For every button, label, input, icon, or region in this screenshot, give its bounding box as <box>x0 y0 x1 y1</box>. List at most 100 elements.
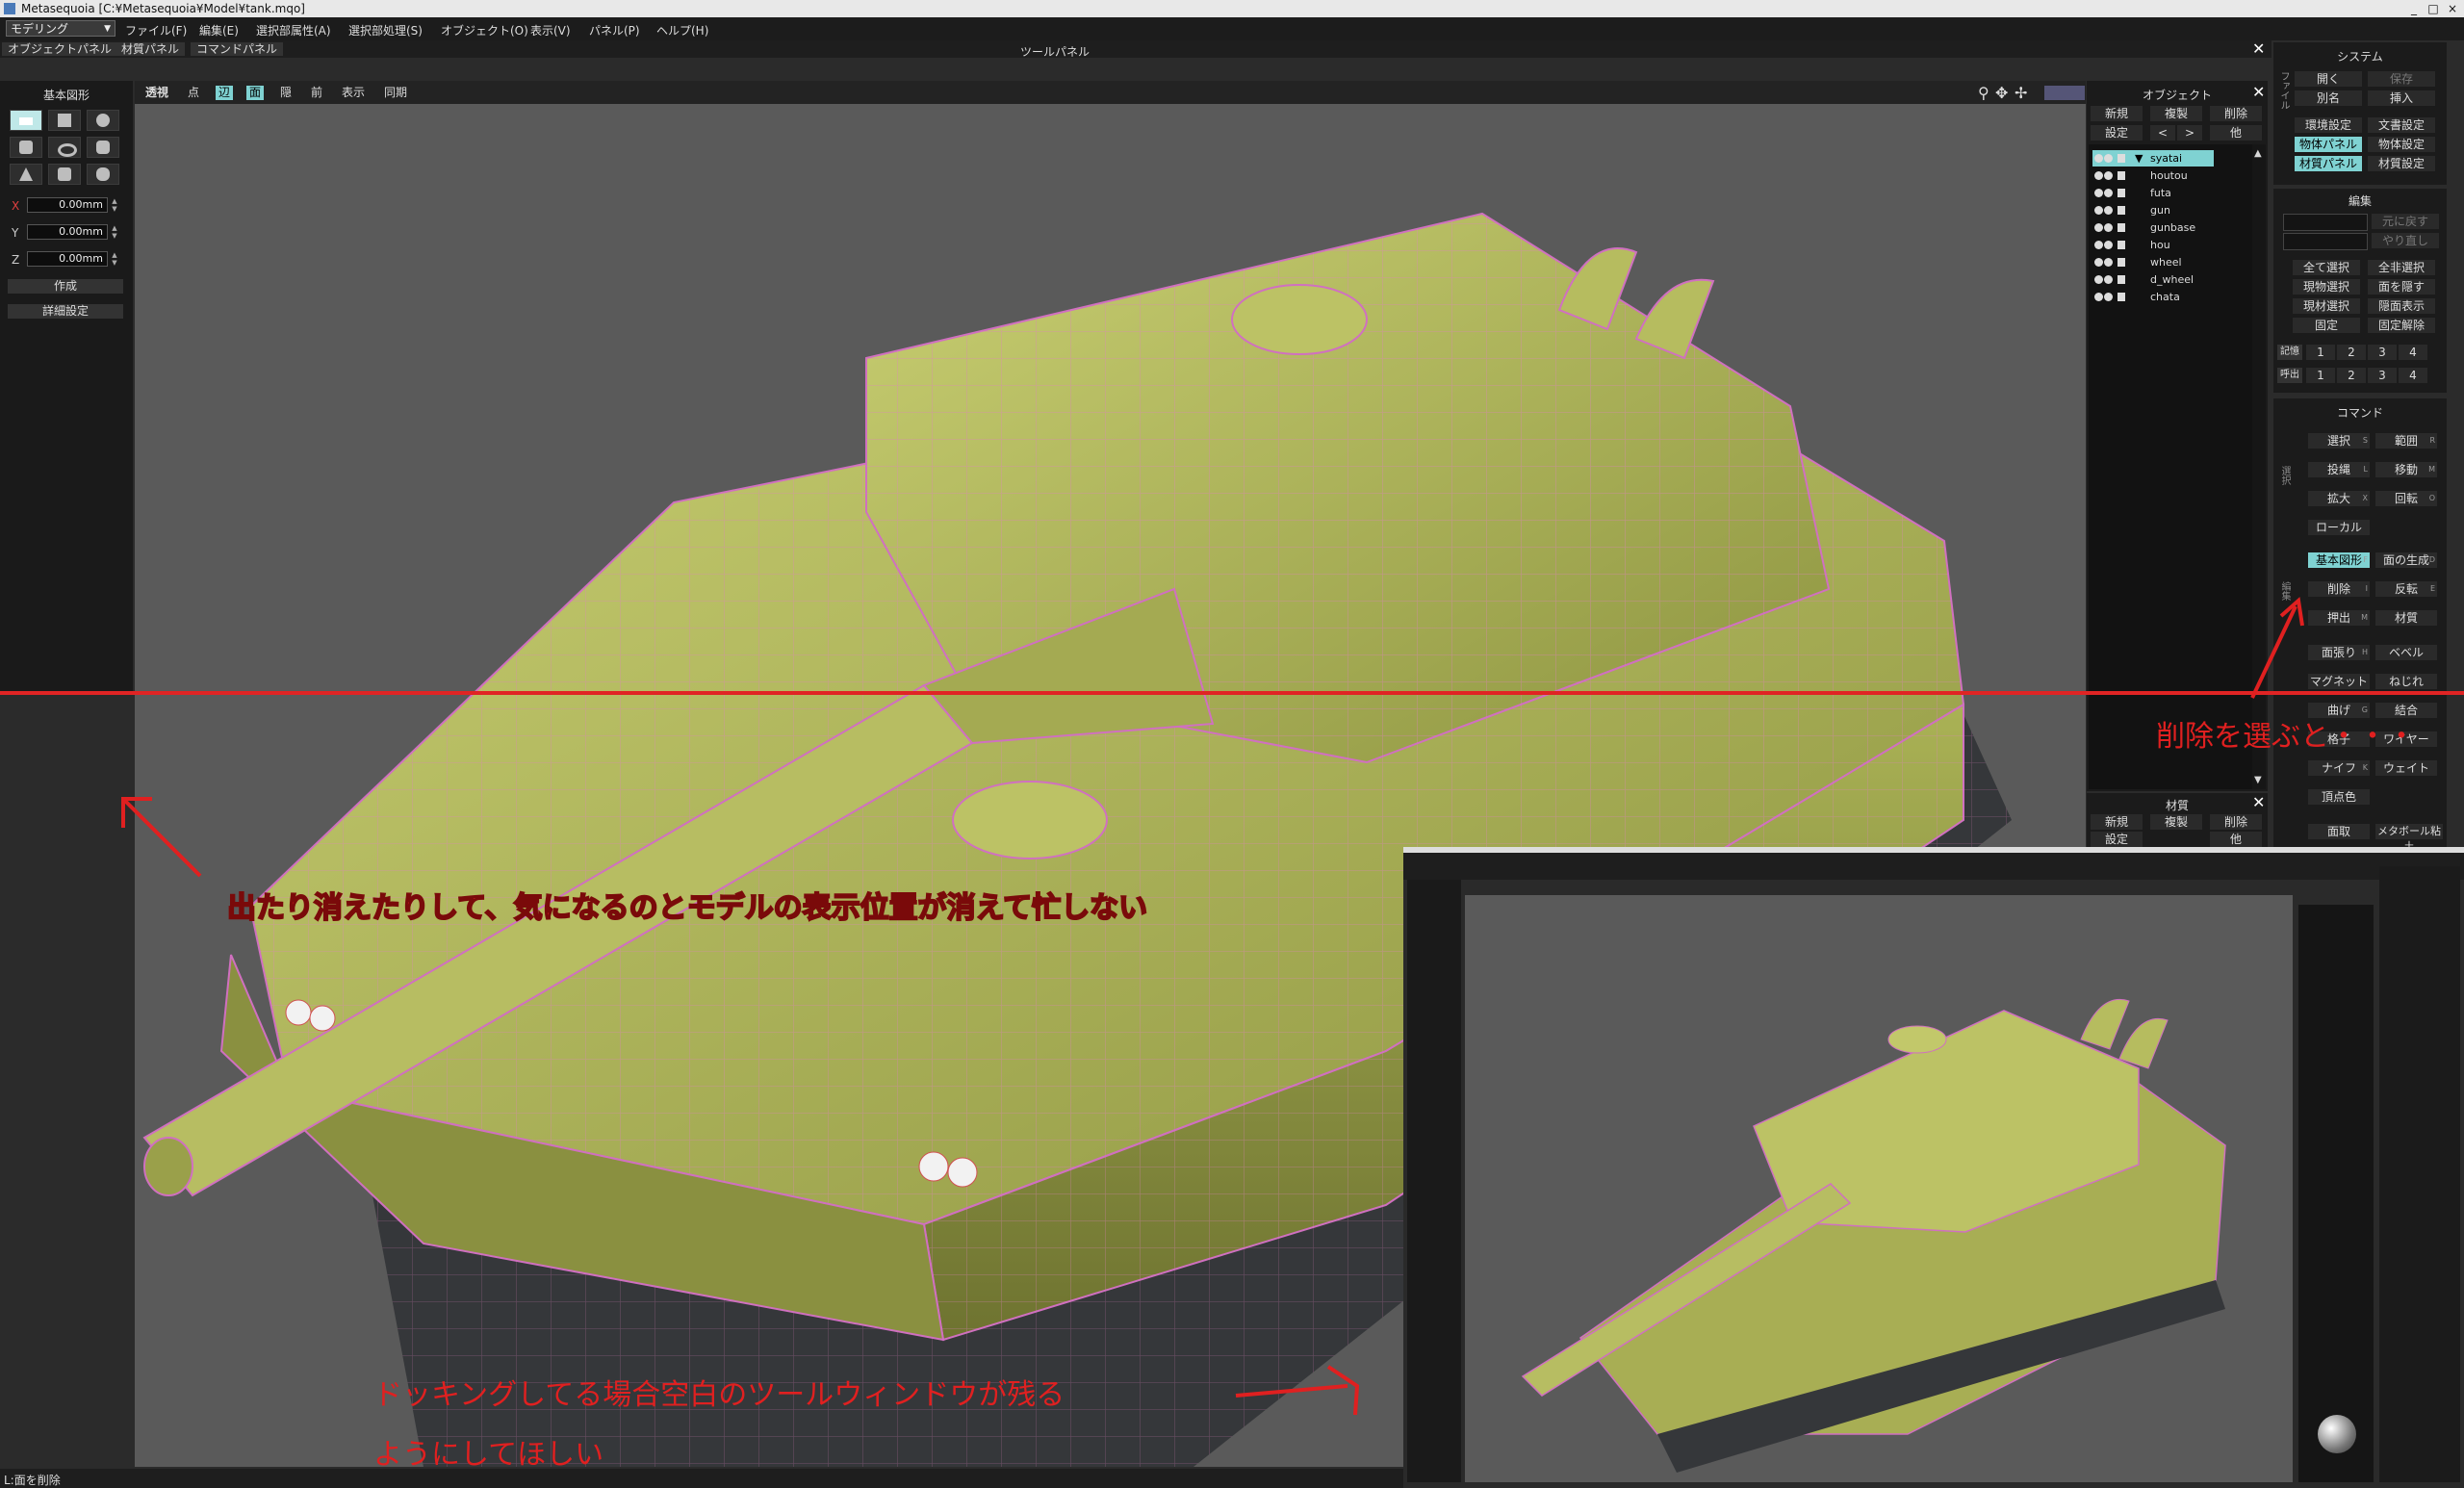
menu-object[interactable]: オブジェクト(O) <box>441 22 528 38</box>
menu-file[interactable]: ファイル(F) <box>125 22 187 38</box>
material-settings-button[interactable]: 設定 <box>2091 832 2143 847</box>
object-row[interactable]: d_wheel <box>2092 271 2214 288</box>
cmd-lasso-button[interactable]: 投縄 L <box>2308 462 2370 477</box>
visible-icon[interactable] <box>2104 275 2113 284</box>
rotate-icon[interactable]: ✢ <box>2012 86 2030 101</box>
cmd-local-button[interactable]: ローカル <box>2308 520 2370 535</box>
pan-icon[interactable]: ✥ <box>1992 86 2011 101</box>
object-prev-button[interactable]: < <box>2150 125 2175 141</box>
object-row[interactable]: houtou <box>2092 167 2214 184</box>
visible-icon[interactable] <box>2104 171 2113 180</box>
front-toggle[interactable]: 前 <box>308 86 325 100</box>
tab-command-panel[interactable]: コマンドパネル <box>191 42 284 56</box>
select-all-button[interactable]: 全て選択 <box>2293 260 2360 275</box>
memory-4-button[interactable]: 4 <box>2399 345 2427 360</box>
y-value-field[interactable]: 0.00mm <box>27 224 108 240</box>
select-current-material-button[interactable]: 現材選択 <box>2293 298 2360 314</box>
cmd-flip-button[interactable]: 反転 E <box>2375 581 2437 597</box>
visible-icon[interactable] <box>2104 189 2113 197</box>
scroll-down-icon[interactable]: ▼ <box>2254 775 2262 785</box>
material-panel-toggle[interactable]: 材質パネル <box>2295 156 2362 171</box>
hide-faces-button[interactable]: 面を隠す <box>2368 279 2435 295</box>
close-window-button[interactable]: × <box>2443 0 2462 17</box>
cmd-rotate-button[interactable]: 回転 O <box>2375 491 2437 506</box>
select-current-object-button[interactable]: 現物選択 <box>2293 279 2360 295</box>
visible-icon[interactable] <box>2094 154 2103 163</box>
save-as-button[interactable]: 別名 <box>2295 90 2362 106</box>
mode-select[interactable]: モデリング ▼ <box>6 20 116 37</box>
hidden-toggle[interactable]: 隠 <box>277 86 295 100</box>
undo-history-field[interactable] <box>2283 214 2368 231</box>
object-other-button[interactable]: 他 <box>2210 125 2262 141</box>
visible-icon[interactable] <box>2094 223 2103 232</box>
visible-icon[interactable] <box>2104 293 2113 301</box>
lock-icon[interactable] <box>2118 206 2125 215</box>
redo-button[interactable]: やり直し <box>2372 233 2439 248</box>
visible-icon[interactable] <box>2094 293 2103 301</box>
plane-shape-button[interactable] <box>10 110 42 131</box>
y-spinner[interactable]: ▲ ▼ <box>110 224 119 240</box>
visible-icon[interactable] <box>2104 223 2113 232</box>
material-delete-button[interactable]: 削除 <box>2210 814 2262 830</box>
material-other-button[interactable]: 他 <box>2210 832 2262 847</box>
open-button[interactable]: 開く <box>2295 71 2362 87</box>
undo-button[interactable]: 元に戻す <box>2372 214 2439 229</box>
tool-panel-close-button[interactable]: ✕ <box>2252 39 2265 58</box>
recall-2-button[interactable]: 2 <box>2337 368 2366 383</box>
recall-1-button[interactable]: 1 <box>2306 368 2335 383</box>
memory-2-button[interactable]: 2 <box>2337 345 2366 360</box>
visible-icon[interactable] <box>2094 206 2103 215</box>
cone-shape-button[interactable] <box>10 164 42 185</box>
redo-history-field[interactable] <box>2283 233 2368 250</box>
material-panel-close-icon[interactable]: ✕ <box>2252 793 2265 811</box>
lock-icon[interactable] <box>2118 241 2125 249</box>
visible-icon[interactable] <box>2104 154 2113 163</box>
lock-icon[interactable] <box>2118 293 2125 301</box>
object-settings-button[interactable]: 設定 <box>2091 125 2143 141</box>
save-button[interactable]: 保存 <box>2368 71 2435 87</box>
deselect-all-button[interactable]: 全非選択 <box>2368 260 2435 275</box>
preferences-button[interactable]: 環境設定 <box>2295 117 2362 133</box>
rounded-cube-shape-button[interactable] <box>48 164 81 185</box>
cmd-vertex-color-button[interactable]: 頂点色 <box>2308 789 2370 805</box>
lock-icon[interactable] <box>2118 275 2125 284</box>
cmd-move-button[interactable]: 移動 M <box>2375 462 2437 477</box>
tab-material-panel[interactable]: 材質パネル <box>116 42 186 56</box>
maximize-button[interactable]: □ <box>2424 0 2443 17</box>
lock-icon[interactable] <box>2118 189 2125 197</box>
lock-button[interactable]: 固定 <box>2293 318 2360 333</box>
visible-icon[interactable] <box>2094 189 2103 197</box>
cmd-bevel-button[interactable]: ベベル <box>2375 645 2437 660</box>
x-spinner[interactable]: ▲ ▼ <box>110 197 119 213</box>
cmd-knife-button[interactable]: ナイフ K <box>2308 760 2370 776</box>
show-hidden-faces-button[interactable]: 隠面表示 <box>2368 298 2435 314</box>
lock-icon[interactable] <box>2118 258 2125 267</box>
visible-icon[interactable] <box>2094 241 2103 249</box>
visible-icon[interactable] <box>2104 258 2113 267</box>
lock-icon[interactable] <box>2118 223 2125 232</box>
face-toggle[interactable]: 面 <box>246 86 265 100</box>
unlock-button[interactable]: 固定解除 <box>2368 318 2435 333</box>
material-settings-button[interactable]: 材質設定 <box>2368 156 2435 171</box>
object-row[interactable]: ▼ syatai <box>2092 150 2214 167</box>
recall-3-button[interactable]: 3 <box>2368 368 2397 383</box>
object-row[interactable]: gun <box>2092 202 2214 218</box>
x-value-field[interactable]: 0.00mm <box>27 197 108 213</box>
lock-icon[interactable] <box>2118 154 2125 163</box>
insert-button[interactable]: 挿入 <box>2368 90 2435 106</box>
z-value-field[interactable]: 0.00mm <box>27 251 108 267</box>
sphere-shape-button[interactable] <box>87 110 119 131</box>
menu-edit[interactable]: 編集(E) <box>199 22 239 38</box>
object-row[interactable]: gunbase <box>2092 219 2214 236</box>
cmd-metaball-button[interactable]: メタボール粘土 <box>2375 824 2443 853</box>
menu-select-process[interactable]: 選択部処理(S) <box>348 22 423 38</box>
menu-panel[interactable]: パネル(P) <box>589 22 640 38</box>
cmd-select-button[interactable]: 選択 S <box>2308 433 2370 449</box>
create-button[interactable]: 作成 <box>8 279 123 294</box>
cmd-range-button[interactable]: 範囲 R <box>2375 433 2437 449</box>
expand-icon[interactable]: ▼ <box>2135 150 2143 167</box>
object-next-button[interactable]: > <box>2177 125 2202 141</box>
object-delete-button[interactable]: 削除 <box>2210 106 2262 121</box>
material-duplicate-button[interactable]: 複製 <box>2150 814 2202 830</box>
sync-button[interactable]: 同期 <box>381 86 410 100</box>
